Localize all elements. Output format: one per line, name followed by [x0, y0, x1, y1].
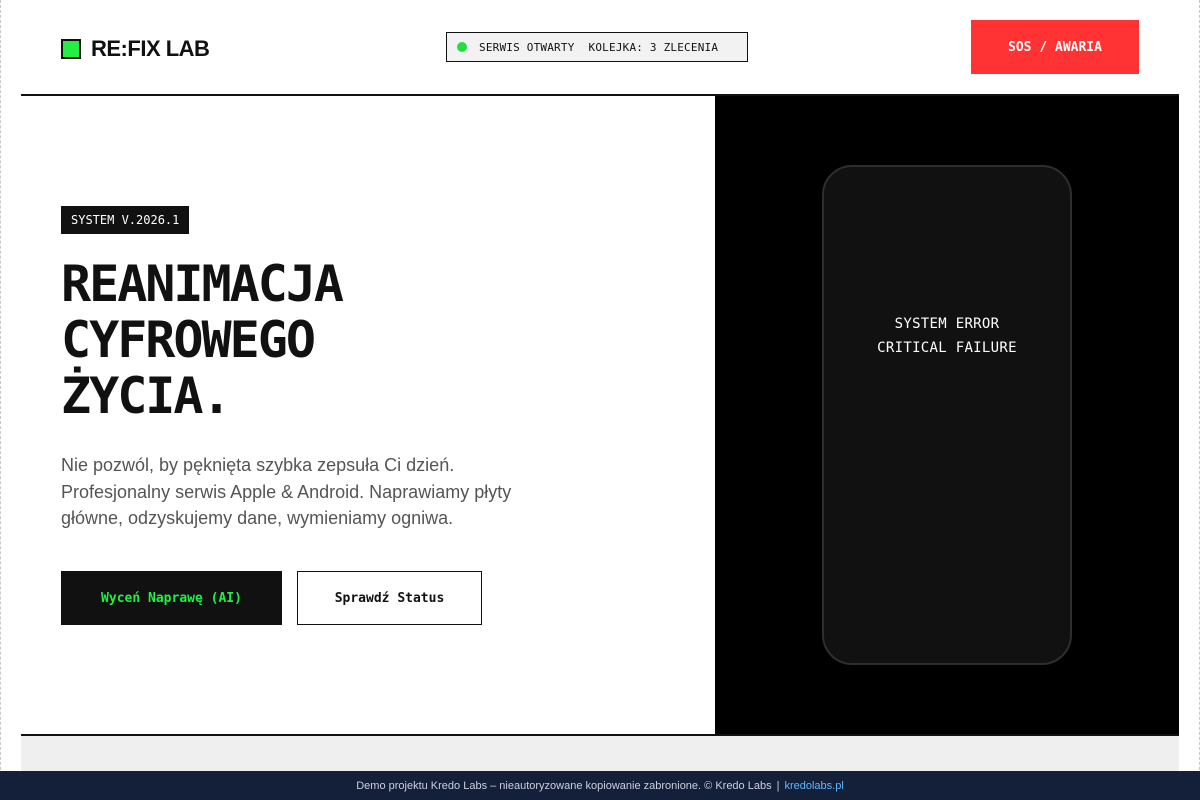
hero-title-line: REANIMACJA [61, 255, 344, 313]
phone-error-message: SYSTEM ERROR CRITICAL FAILURE [824, 312, 1070, 360]
next-section-strip [21, 736, 1179, 776]
brand-logo[interactable]: RE:FIX LAB [61, 36, 210, 62]
green-square-icon [61, 39, 81, 59]
sos-button[interactable]: SOS / AWARIA [971, 20, 1139, 74]
hero-content: SYSTEM V.2026.1 REANIMACJA CYFROWEGO ŻYC… [21, 96, 715, 734]
phone-error-line: CRITICAL FAILURE [877, 340, 1017, 356]
frame-edge-left [0, 0, 1, 800]
site-header: RE:FIX LAB SERWIS OTWARTY KOLEJKA: 3 ZLE… [21, 0, 1179, 96]
hero-title-line: ŻYCIA. [61, 367, 232, 425]
version-badge: SYSTEM V.2026.1 [61, 206, 190, 234]
phone-error-line: SYSTEM ERROR [894, 316, 1000, 332]
hero-title: REANIMACJA CYFROWEGO ŻYCIA. [61, 256, 661, 424]
hero-section: SYSTEM V.2026.1 REANIMACJA CYFROWEGO ŻYC… [21, 96, 1179, 736]
demo-footer-banner: Demo projektu Kredo Labs – nieautoryzowa… [0, 771, 1200, 800]
phone-mockup: SYSTEM ERROR CRITICAL FAILURE [822, 165, 1072, 665]
ai-quote-button[interactable]: Wyceń Naprawę (AI) [61, 571, 282, 625]
check-status-button[interactable]: Sprawdź Status [297, 571, 482, 625]
brand-name: RE:FIX LAB [91, 36, 210, 61]
footer-notice: Demo projektu Kredo Labs – nieautoryzowa… [356, 779, 772, 792]
status-open-text: SERWIS OTWARTY [479, 40, 575, 54]
footer-link[interactable]: kredolabs.pl [784, 780, 843, 792]
hero-description: Nie pozwól, by pęknięta szybka zepsuła C… [61, 455, 512, 528]
hero-visual: SYSTEM ERROR CRITICAL FAILURE [715, 96, 1179, 734]
status-dot-icon [457, 42, 467, 52]
status-queue-text: KOLEJKA: 3 ZLECENIA [588, 40, 719, 54]
footer-separator: | [776, 779, 780, 792]
hero-title-line: CYFROWEGO [61, 311, 316, 369]
service-status-indicator: SERWIS OTWARTY KOLEJKA: 3 ZLECENIA [446, 32, 748, 62]
